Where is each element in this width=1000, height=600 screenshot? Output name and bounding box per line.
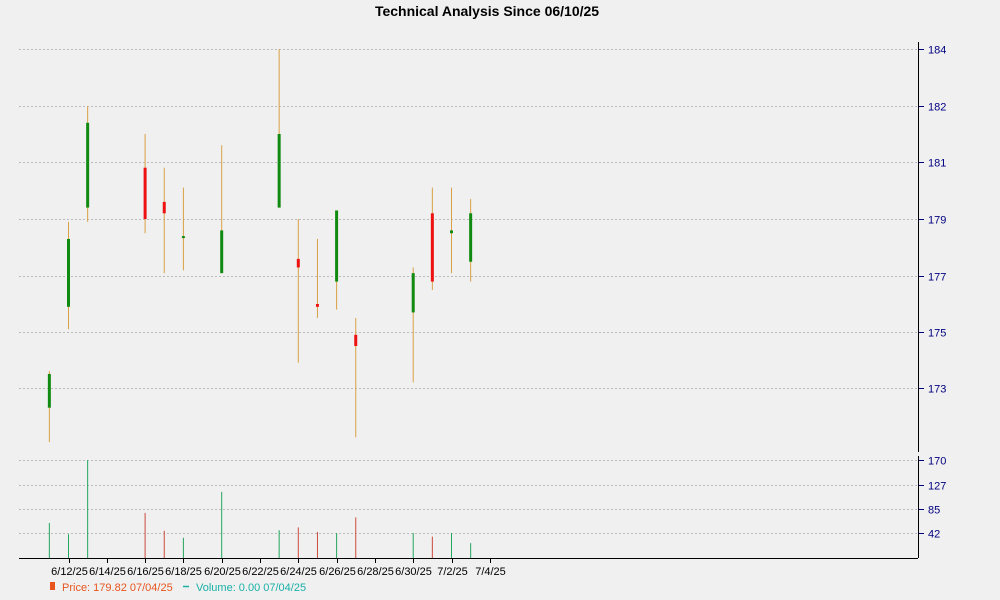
candle (47, 371, 51, 443)
candle-body (181, 236, 185, 239)
candle-body (67, 238, 70, 307)
candlestick-chart: Technical Analysis Since 06/10/25 173 175… (19, 3, 946, 594)
candle-body (335, 210, 339, 282)
x-tick-label: 6/18/25 (165, 566, 202, 578)
price-tick-label: 179 (928, 215, 946, 227)
candle-body (162, 201, 166, 214)
volume-tick-label: 127 (928, 481, 946, 493)
candle (296, 219, 300, 363)
candle-body (296, 258, 300, 268)
candle (430, 187, 434, 290)
price-tick-label: 177 (928, 272, 946, 284)
x-tick-label: 6/26/25 (319, 566, 356, 578)
x-tick-label: 7/4/25 (475, 566, 506, 578)
candle (181, 187, 185, 271)
candle (450, 187, 453, 274)
candle (220, 145, 224, 274)
candle-body (143, 167, 147, 219)
volume-tick-label: 85 (928, 505, 940, 517)
grid-lines (19, 49, 918, 534)
candle (411, 267, 415, 383)
candle (469, 199, 473, 282)
candle-body (430, 213, 434, 282)
price-tick-label: 173 (928, 384, 946, 396)
x-tick-label: 6/12/25 (51, 566, 88, 578)
candle (354, 318, 358, 438)
candle-body (277, 134, 281, 208)
candles (47, 49, 473, 443)
candle (315, 238, 319, 318)
candle (67, 221, 70, 330)
x-tick-label: 6/22/25 (242, 566, 279, 578)
x-tick-label: 6/20/25 (204, 566, 241, 578)
candle (277, 49, 281, 208)
price-swatch-icon (50, 582, 55, 590)
candle (143, 134, 147, 234)
candle-body (86, 122, 90, 208)
candle-body (315, 304, 319, 307)
volume-tick-label: 170 (928, 456, 946, 468)
price-tick-label: 182 (928, 102, 946, 114)
axes: 17317517717918118218442851271706/12/25 6/… (19, 42, 946, 578)
candle-body (469, 213, 473, 262)
legend-volume-label: Volume: 0.00 07/04/25 (196, 582, 306, 594)
price-tick-label: 175 (928, 328, 946, 340)
candle-body (411, 273, 415, 313)
chart-title: Technical Analysis Since 06/10/25 (375, 3, 599, 19)
x-tick-label: 6/14/25 (89, 566, 126, 578)
x-tick-label: 6/16/25 (127, 566, 164, 578)
candle-body (354, 334, 358, 346)
chart-container: Technical Analysis Since 06/10/25 173 175… (0, 0, 1000, 600)
candle (86, 106, 90, 222)
x-tick-label: 6/28/25 (357, 566, 394, 578)
candle-body (450, 230, 453, 234)
price-tick-label: 181 (928, 158, 946, 170)
candle (335, 210, 339, 310)
price-tick-label: 184 (928, 45, 946, 57)
candle-body (47, 374, 51, 408)
legend-price-label: Price: 179.82 07/04/25 (62, 582, 173, 594)
candle-body (220, 230, 224, 274)
x-tick-label: 7/2/25 (437, 566, 468, 578)
legend: Price: 179.82 07/04/25 Volume: 0.00 07/04… (50, 582, 306, 594)
volume-tick-label: 42 (928, 529, 940, 541)
candle (162, 167, 166, 274)
x-tick-label: 6/24/25 (280, 566, 317, 578)
x-tick-label: 6/30/25 (395, 566, 432, 578)
